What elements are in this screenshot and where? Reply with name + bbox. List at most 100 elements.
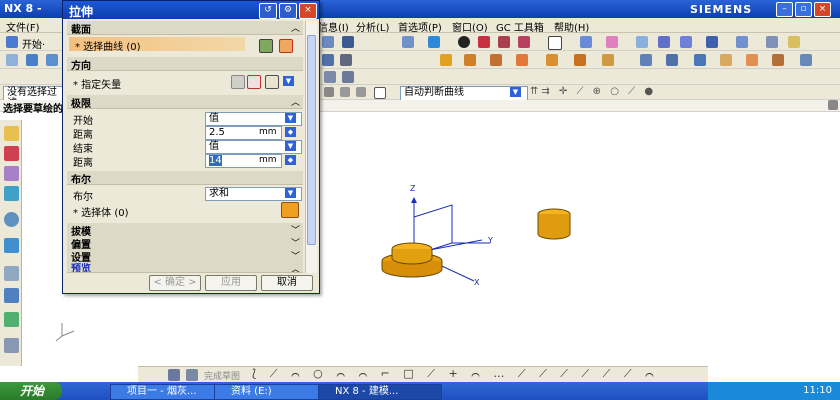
block-icon[interactable] — [440, 54, 452, 66]
vector-dropdown-button[interactable]: ▼ — [283, 76, 294, 86]
select-curve-row[interactable]: * 选择曲线 (0) — [69, 37, 245, 53]
sketch-icon[interactable] — [6, 54, 18, 66]
chevron-down-icon[interactable]: ▼ — [285, 113, 296, 123]
curve-icon-button[interactable] — [279, 39, 293, 53]
dialog-scrollbar[interactable] — [305, 21, 317, 273]
boolean-header[interactable]: 布尔 — [67, 171, 303, 186]
task-nx[interactable]: NX 8 - 建模... — [318, 384, 442, 400]
surface-icon[interactable] — [640, 54, 652, 66]
finish-sketch-icon[interactable] — [168, 369, 180, 381]
reverse-direction-icon[interactable] — [231, 75, 245, 89]
chevron-down-icon[interactable]: ▼ — [510, 87, 521, 97]
scroll-thumb[interactable] — [307, 35, 316, 245]
snap-toolbar[interactable]: ⇈⇉ ✛ ⟋ ⊕ ○ ⟋ ● — [530, 86, 656, 97]
wireframe-icon[interactable] — [498, 36, 510, 48]
menu-info[interactable]: 信息(I) — [318, 19, 349, 34]
section-icon[interactable] — [518, 36, 530, 48]
close-app-button[interactable]: × — [814, 2, 831, 17]
reset-icon[interactable]: ↺ — [259, 3, 277, 19]
sketch-option-icon[interactable] — [324, 71, 336, 83]
preview-header[interactable]: 预览 ︿ — [67, 262, 303, 273]
blend-icon[interactable] — [720, 54, 732, 66]
menu-help[interactable]: 帮助(H) — [554, 19, 589, 34]
section-header[interactable]: 截面 ︿ — [67, 21, 303, 36]
constraint-icon[interactable] — [342, 71, 354, 83]
settings-header[interactable]: 设置 ﹀ — [67, 249, 303, 264]
pattern-icon[interactable] — [340, 54, 352, 66]
select-body-icon[interactable] — [281, 202, 299, 218]
finish-sketch-label[interactable]: 完成草图 — [204, 369, 240, 382]
start-icon[interactable] — [6, 36, 18, 48]
start-distance-menu-icon[interactable]: ◆ — [285, 127, 296, 137]
sketch-name-icon[interactable] — [186, 369, 198, 381]
menu-analysis[interactable]: 分析(L) — [356, 19, 389, 34]
curve-icon[interactable] — [736, 36, 748, 48]
clock-icon[interactable] — [4, 266, 19, 281]
extrude-icon[interactable] — [26, 54, 38, 66]
shaded-icon[interactable] — [478, 36, 490, 48]
pocket-icon[interactable] — [602, 54, 614, 66]
revolve-icon[interactable] — [46, 54, 58, 66]
direction-header[interactable]: 方向 — [67, 57, 303, 72]
mesh-icon[interactable] — [666, 54, 678, 66]
cylinder-icon[interactable] — [464, 54, 476, 66]
cone-icon[interactable] — [490, 54, 502, 66]
end-distance-menu-icon[interactable]: ◆ — [285, 155, 296, 165]
hole-icon[interactable] — [546, 54, 558, 66]
settings-icon[interactable]: ⚙ — [279, 3, 297, 19]
small-cylinder-side[interactable] — [537, 214, 571, 240]
system-icon[interactable] — [4, 338, 19, 353]
chamfer-icon[interactable] — [746, 54, 758, 66]
edit-icon[interactable] — [788, 36, 800, 48]
sphere-icon[interactable] — [516, 54, 528, 66]
cylinder-boss-side[interactable] — [391, 249, 433, 265]
render-icon[interactable] — [458, 36, 470, 48]
draft-header[interactable]: 拔模 ﹀ — [67, 223, 303, 238]
dialog-close-button[interactable]: × — [299, 3, 317, 19]
sketch-section-icon[interactable] — [259, 39, 273, 53]
web-browser-icon[interactable] — [4, 238, 19, 253]
role-icon[interactable] — [4, 312, 19, 327]
constraint-navigator-icon[interactable] — [4, 146, 19, 161]
rotate-icon[interactable] — [340, 87, 350, 97]
mirror-icon[interactable] — [800, 54, 812, 66]
menu-window[interactable]: 窗口(O) — [452, 19, 488, 34]
tool-icon[interactable] — [322, 36, 334, 48]
minimize-button[interactable]: – — [776, 2, 793, 17]
reuse-library-icon[interactable] — [4, 186, 19, 201]
orient-icon[interactable] — [580, 36, 592, 48]
task-folder[interactable]: 资料 (E:) — [214, 384, 324, 400]
sketch-curve-tools[interactable]: ⟅ ⟋ ⌒ ○ ⌒ ⌒ ⌐ □ ⟋ + ⌒ … ⟋ ⟋ ⟋ ⟋ ⟋ ⟋ ⌒ — [252, 367, 659, 381]
boss-icon[interactable] — [574, 54, 586, 66]
frame-icon[interactable] — [374, 87, 386, 99]
vector-dialog-icon[interactable] — [247, 75, 261, 89]
trim-icon[interactable] — [694, 54, 706, 66]
feature-icon[interactable] — [322, 54, 334, 66]
menu-preferences[interactable]: 首选项(P) — [398, 19, 442, 34]
box-icon[interactable] — [548, 36, 562, 50]
list-icon[interactable] — [766, 36, 778, 48]
history-icon[interactable] — [4, 212, 19, 227]
cube-icon[interactable] — [428, 36, 440, 48]
filter-dropdown[interactable]: 没有选择过滤 — [3, 86, 66, 109]
start-button[interactable]: 开始 — [0, 382, 62, 400]
ok-button[interactable]: < 确定 > — [149, 275, 201, 291]
layer-icon[interactable] — [606, 36, 618, 48]
grid-icon[interactable] — [636, 36, 648, 48]
zoom-icon[interactable] — [356, 87, 366, 97]
assembly-navigator-icon[interactable] — [4, 126, 19, 141]
move-icon[interactable] — [324, 87, 334, 97]
measure-icon[interactable] — [658, 36, 670, 48]
cancel-button[interactable]: 取消 — [261, 275, 313, 291]
part-navigator-icon[interactable] — [4, 166, 19, 181]
limits-header[interactable]: 极限 ︿ — [67, 95, 303, 110]
palette-icon[interactable] — [4, 288, 19, 303]
restore-button[interactable]: ▫ — [795, 2, 812, 17]
select-icon[interactable] — [342, 36, 354, 48]
view-icon[interactable] — [402, 36, 414, 48]
task-project[interactable]: 项目一 - 烟灰... — [110, 384, 220, 400]
curve-rule-dropdown[interactable]: 自动判断曲线 — [400, 86, 528, 101]
shell-icon[interactable] — [772, 54, 784, 66]
menu-file[interactable]: 文件(F) — [6, 19, 40, 34]
menu-gc-toolbox[interactable]: GC 工具箱 — [496, 19, 544, 34]
